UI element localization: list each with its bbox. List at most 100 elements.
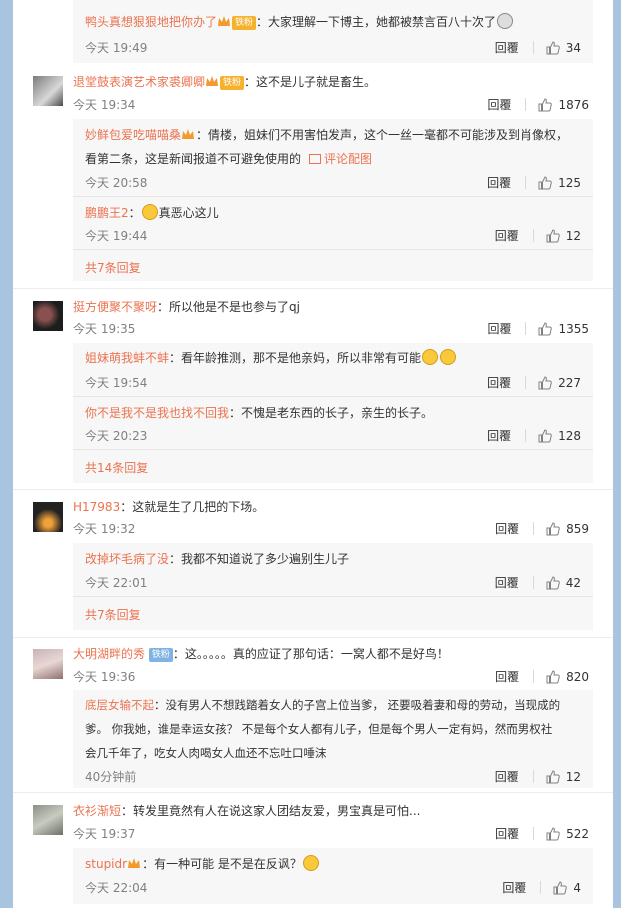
reply-button[interactable]: 回覆 <box>487 320 511 337</box>
reply-content: ：看年龄推测，那不是他亲妈，所以非常有可能 <box>169 351 422 365</box>
user-avatar[interactable] <box>33 301 63 331</box>
reply-username[interactable]: 底层女输不起 <box>85 698 154 712</box>
thumbs-up-icon[interactable] <box>538 375 552 390</box>
reply-button[interactable]: 回覆 <box>487 174 511 191</box>
divider <box>525 376 527 389</box>
laughing-emoji-icon <box>302 855 319 871</box>
reply-username[interactable]: stupidr <box>85 857 127 871</box>
comment-username[interactable]: 大明湖畔的秀 <box>73 647 145 661</box>
comment-text-line: 衣衫渐短：转发里竟然有人在说这家人团结友爱，男宝真是可怕... <box>73 803 589 819</box>
reply-item: 你不是我不是我也找不回我：不愧是老东西的长子，亲生的长子。 今天 20:23 回… <box>73 397 593 450</box>
reply-text-line: 看第二条，这是新闻报道不可避免使用的 评论配图 <box>85 147 581 171</box>
more-replies-link[interactable]: 共14条回复 <box>85 459 148 476</box>
comment-actions: 回覆 1355 <box>487 320 589 337</box>
reply-box: stupidr ：有一种可能 是不是在反讽？ 今天 22:04 回覆 4 <box>73 848 593 904</box>
comment-actions: 回覆 522 <box>495 825 589 842</box>
reply-content: ：不愧是老东西的长子，亲生的长子。 <box>229 406 434 420</box>
comment-content: ：这不是儿子就是畜生。 <box>244 75 377 89</box>
reply-time: 今天 19:44 <box>85 229 148 243</box>
reply-item: 改掉坏毛病了没：我都不知道说了多少遍别生儿子 今天 22:01 回覆 42 <box>73 543 593 597</box>
thumbs-up-icon[interactable] <box>546 826 560 841</box>
reply-button[interactable]: 回覆 <box>502 879 526 896</box>
reply-button[interactable]: 回覆 <box>487 96 511 113</box>
thumbs-up-icon[interactable] <box>538 321 553 336</box>
user-avatar[interactable] <box>33 805 63 835</box>
reply-username[interactable]: 鹏鹏王2 <box>85 206 129 220</box>
user-avatar[interactable] <box>33 649 63 679</box>
divider <box>533 827 535 840</box>
reply-username[interactable]: 改掉坏毛病了没 <box>85 552 169 566</box>
reply-box: 底层女输不起：没有男人不想践踏着女人的子宫上位当爹， 还要吸着妻和母的劳动，当现… <box>73 690 593 788</box>
thumbs-up-icon[interactable] <box>553 880 568 895</box>
like-count: 42 <box>565 575 581 590</box>
more-replies-link[interactable]: 共7条回复 <box>85 259 141 276</box>
reply-content: ：我都不知道说了多少遍别生儿子 <box>169 552 350 566</box>
reply-button[interactable]: 回覆 <box>495 825 519 842</box>
reply-item: 底层女输不起：没有男人不想践踏着女人的子宫上位当爹， 还要吸着妻和母的劳动，当现… <box>73 690 593 788</box>
comment-image-link-label: 评论配图 <box>324 152 373 166</box>
reply-username[interactable]: 你不是我不是我也找不回我 <box>85 406 229 420</box>
reply-content: 真恶心这儿 <box>158 206 219 220</box>
comment-username[interactable]: H17983 <box>73 500 120 514</box>
reply-content: ：大家理解一下博主，她都被禁言百八十次了 <box>256 15 497 29</box>
reply-username[interactable]: 姐妹萌我蚌不蚌 <box>85 351 169 365</box>
user-avatar[interactable] <box>33 502 63 532</box>
reply-username[interactable]: 妙鲜包爱吃喵喵桑 <box>85 128 181 142</box>
divider <box>525 322 527 335</box>
reply-content: 爹。 你我她，谁是幸运女孩？ 不是每个女人都有儿子，但是每个男人一定有妈，然而男… <box>85 722 553 736</box>
reply-button[interactable]: 回覆 <box>495 39 519 56</box>
divider <box>525 429 527 442</box>
thumbs-up-icon[interactable] <box>538 97 553 112</box>
reply-button[interactable]: 回覆 <box>487 427 511 444</box>
fan-badge: 铁粉 <box>220 76 245 90</box>
reply-button[interactable]: 回覆 <box>495 768 519 785</box>
like-count: 34 <box>565 40 581 55</box>
reply-button[interactable]: 回覆 <box>495 227 519 244</box>
reply-text-line: 爹。 你我她，谁是幸运女孩？ 不是每个女人都有儿子，但是每个男人一定有妈，然而男… <box>85 717 581 741</box>
reply-button[interactable]: 回覆 <box>487 374 511 391</box>
more-replies-link[interactable]: 共7条回复 <box>85 606 141 623</box>
reply-text-line: 改掉坏毛病了没：我都不知道说了多少遍别生儿子 <box>85 547 581 571</box>
crying-laughing-emoji-icon <box>440 349 457 365</box>
divider <box>525 176 527 189</box>
divider <box>532 576 534 589</box>
like-count: 4 <box>573 880 581 895</box>
like-count: 12 <box>565 228 581 243</box>
reply-actions: 回覆 42 <box>495 574 581 591</box>
reply-actions: 回覆 125 <box>487 174 581 191</box>
reply-username[interactable]: 鸭头真想狠狠地把你办了 <box>85 15 217 29</box>
comment-username[interactable]: 衣衫渐短 <box>73 804 121 818</box>
reply-text-line: 鸭头真想狠狠地把你办了 铁粉 ：大家理解一下博主，她都被禁言百八十次了 <box>85 10 581 34</box>
thumbs-up-icon[interactable] <box>546 575 560 590</box>
reply-box: 妙鲜包爱吃喵喵桑 ：倩楼，姐妹们不用害怕发声，这个一丝一毫都不可能涉及到肖像权， … <box>73 119 593 281</box>
reply-button[interactable]: 回覆 <box>495 520 519 537</box>
crown-icon <box>217 12 231 26</box>
crown-icon <box>127 854 141 868</box>
comment-image-link[interactable]: 评论配图 <box>309 152 372 166</box>
like-count: 820 <box>566 669 589 684</box>
thumbs-up-icon[interactable] <box>538 175 552 190</box>
reply-content: 看第二条，这是新闻报道不可避免使用的 <box>85 152 302 166</box>
reply-button[interactable]: 回覆 <box>495 574 519 591</box>
thumbs-up-icon[interactable] <box>546 40 560 55</box>
like-count: 1876 <box>558 97 589 112</box>
reply-text-line: stupidr ：有一种可能 是不是在反讽？ <box>85 852 581 876</box>
reply-time: 40分钟前 <box>85 770 137 784</box>
reply-actions: 回覆 227 <box>487 374 581 391</box>
thumbs-up-icon[interactable] <box>546 228 560 243</box>
comment-item: 大明湖畔的秀 铁粉 ：这。。。。。真的应证了那句话：一窝人都不是好鸟！ 今天 19… <box>13 638 613 793</box>
reply-button[interactable]: 回覆 <box>495 668 519 685</box>
left-page-margin <box>0 0 13 908</box>
thumbs-up-icon[interactable] <box>546 669 560 684</box>
comment-text-line: 退堂鼓表演艺术家裘卿卿 铁粉 ：这不是儿子就是畜生。 <box>73 74 589 90</box>
comment-username[interactable]: 挺方便聚不聚呀 <box>73 300 157 314</box>
thumbs-up-icon[interactable] <box>546 769 560 784</box>
divider <box>533 670 535 683</box>
comment-username[interactable]: 退堂鼓表演艺术家裘卿卿 <box>73 75 205 89</box>
thumbs-up-icon[interactable] <box>538 428 552 443</box>
reply-text-line: 姐妹萌我蚌不蚌：看年龄推测，那不是他亲妈，所以非常有可能 <box>85 346 581 370</box>
user-avatar[interactable] <box>33 76 63 106</box>
reply-time: 今天 20:58 <box>85 176 148 190</box>
thumbs-up-icon[interactable] <box>546 521 560 536</box>
iron-fan-badge: 铁粉 <box>148 648 173 662</box>
